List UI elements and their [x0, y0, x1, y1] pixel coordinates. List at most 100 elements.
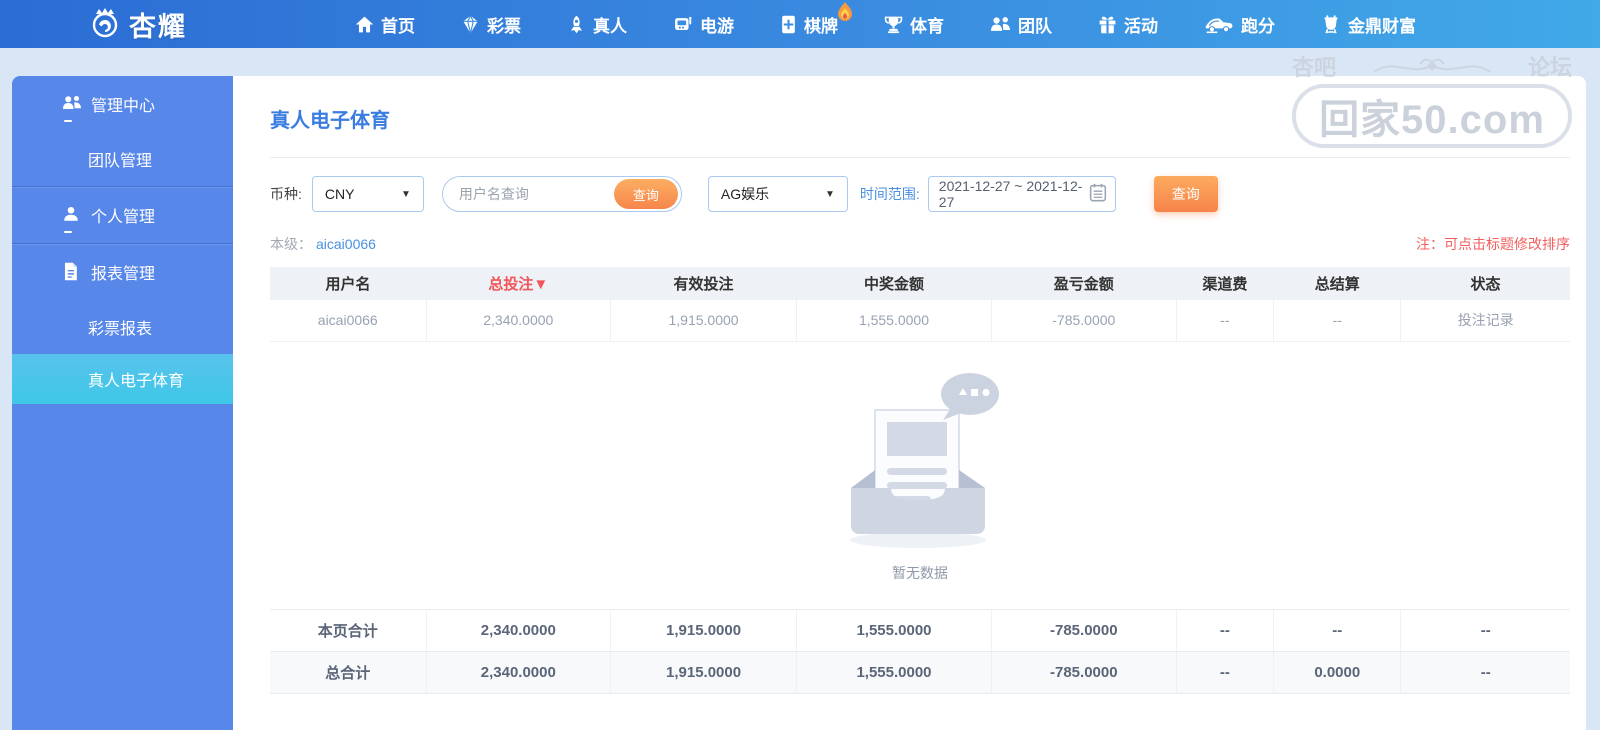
col-header-win-amount[interactable]: 中奖金额: [796, 267, 992, 300]
page-title: 真人电子体育: [270, 110, 390, 132]
col-header-valid-bet[interactable]: 有效投注: [610, 267, 797, 300]
main-menu: 首页 彩票 真人 电游 棋牌 体育 团队 活动 跑分 金鼎财富: [355, 1, 1416, 37]
report-icon: [62, 262, 82, 282]
inline-search-button[interactable]: 查询: [613, 179, 678, 209]
board-games-icon: [780, 15, 797, 34]
sidebar-item-lottery-report[interactable]: 彩票报表: [12, 300, 233, 354]
sidebar-item-personal-management[interactable]: 个人管理: [12, 187, 233, 243]
cell-valid-bet: 1,915.0000: [610, 300, 797, 342]
page-total-win-amount: 1,555.0000: [795, 608, 992, 652]
bet-record-link[interactable]: 投注记录: [1400, 300, 1570, 342]
currency-select-value: CNY: [324, 186, 355, 202]
nav-item-wealth[interactable]: 金鼎财富: [1321, 12, 1416, 37]
empty-state-row: 暂无数据: [270, 341, 1570, 609]
sidebar-item-label: 团队管理: [88, 153, 153, 170]
nav-label: 首页: [381, 16, 415, 36]
col-header-settlement[interactable]: 总结算: [1273, 267, 1401, 300]
sidebar-item-report-management[interactable]: 报表管理: [12, 244, 233, 300]
brand-logo[interactable]: 杏耀: [88, 5, 187, 44]
grand-total-profit-loss: -785.0000: [990, 650, 1177, 694]
nav-item-lottery[interactable]: 彩票: [461, 12, 521, 37]
chevron-down-icon: ▼: [400, 188, 411, 200]
page-total-label: 本页合计: [270, 608, 426, 652]
team-icon: [62, 94, 82, 122]
sidebar-item-label: 彩票报表: [88, 321, 153, 338]
calendar-icon: [1089, 183, 1107, 205]
main-panel: 真人电子体育 币种: CNY ▼ 查询 AG娱乐 ▼ 时间范围: 2021-12…: [233, 76, 1586, 730]
grand-total-label: 总合计: [270, 650, 426, 694]
cell-username: aicai0066: [270, 300, 426, 342]
page-total-total-bet: 2,340.0000: [425, 608, 611, 652]
grand-total-channel-fee: --: [1175, 650, 1274, 694]
date-range-label: 时间范围:: [859, 186, 920, 202]
flame-icon: [836, 1, 854, 22]
grand-total-win-amount: 1,555.0000: [795, 650, 992, 694]
nav-item-board-games[interactable]: 棋牌: [780, 1, 852, 37]
top-nav: 杏耀 首页 彩票 真人 电游 棋牌 体育 团队 活动 跑分 金鼎财富: [0, 0, 1600, 48]
nav-label: 团队: [1018, 16, 1052, 36]
cell-settlement: --: [1273, 300, 1401, 342]
level-row: 本级： aicai0066 注：可点击标题修改排序: [270, 234, 1570, 254]
collapse-indicator: [64, 231, 72, 233]
cell-channel-fee: --: [1175, 300, 1274, 342]
page-total-channel-fee: --: [1175, 608, 1274, 652]
sort-hint-note: 注：可点击标题修改排序: [1416, 236, 1570, 252]
currency-label: 币种:: [270, 186, 302, 202]
nav-item-live[interactable]: 真人: [567, 12, 627, 37]
empty-state-text: 暂无数据: [892, 564, 948, 581]
home-icon: [355, 15, 374, 34]
col-header-total-bet-sorted[interactable]: 总投注▼: [426, 267, 611, 300]
cell-profit-loss: -785.0000: [990, 300, 1177, 342]
col-header-profit-loss[interactable]: 盈亏金额: [991, 267, 1177, 300]
paofen-car-icon: [1204, 14, 1234, 34]
username-search-input[interactable]: [458, 186, 609, 202]
page-total-settlement: --: [1273, 608, 1401, 652]
nav-item-activity[interactable]: 活动: [1098, 12, 1158, 37]
title-divider: [270, 157, 1570, 158]
lottery-icon: [461, 15, 480, 34]
sidebar-item-label: 报表管理: [91, 266, 156, 283]
search-button[interactable]: 查询: [1153, 176, 1218, 212]
report-table: 用户名 总投注▼ 有效投注 中奖金额 盈亏金额 渠道费 总结算 状态 aicai…: [270, 267, 1570, 694]
nav-item-team[interactable]: 团队: [990, 12, 1052, 37]
empty-state: 暂无数据: [270, 368, 1570, 583]
sidebar-item-live-esports[interactable]: 真人电子体育: [12, 354, 233, 404]
user-icon: [62, 205, 82, 233]
date-range-input[interactable]: 2021-12-27 ~ 2021-12-27: [927, 176, 1116, 212]
sports-icon: [884, 15, 903, 34]
nav-label: 体育: [910, 16, 944, 36]
col-header-username[interactable]: 用户名: [270, 267, 426, 300]
nav-item-home[interactable]: 首页: [355, 12, 415, 37]
empty-inbox-illustration: [825, 368, 1015, 553]
page-total-valid-bet: 1,915.0000: [610, 608, 797, 652]
nav-item-sports[interactable]: 体育: [884, 12, 944, 37]
collapse-indicator: [64, 120, 72, 122]
nav-item-paofen[interactable]: 跑分: [1204, 12, 1275, 37]
sidebar-item-team-management[interactable]: 团队管理: [12, 132, 233, 186]
sidebar-item-admin-center[interactable]: 管理中心: [12, 76, 233, 132]
page-total-profit-loss: -785.0000: [990, 608, 1177, 652]
sidebar-item-label: 个人管理: [91, 209, 156, 226]
level-account-link[interactable]: aicai0066: [316, 236, 376, 252]
platform-select-value: AG娱乐: [720, 186, 770, 202]
grand-total-status: --: [1400, 650, 1570, 694]
col-header-channel-fee[interactable]: 渠道费: [1176, 267, 1274, 300]
sidebar-item-label: 真人电子体育: [88, 373, 185, 390]
nav-label: 跑分: [1241, 16, 1275, 36]
platform-select[interactable]: AG娱乐 ▼: [707, 176, 848, 212]
nav-label: 真人: [593, 16, 627, 36]
brand-name: 杏耀: [129, 11, 187, 42]
chevron-down-icon: ▼: [824, 188, 835, 200]
wealth-cauldron-icon: [1321, 14, 1341, 34]
grand-total-valid-bet: 1,915.0000: [610, 650, 797, 694]
table-row: aicai0066 2,340.0000 1,915.0000 1,555.00…: [270, 300, 1570, 342]
nav-label: 活动: [1124, 16, 1158, 36]
col-header-status[interactable]: 状态: [1400, 267, 1570, 300]
nav-item-egame[interactable]: 电游: [673, 12, 734, 37]
crown-shield-icon: [88, 5, 122, 44]
grand-total-settlement: 0.0000: [1273, 650, 1401, 694]
activity-icon: [1098, 15, 1117, 34]
filter-bar: 币种: CNY ▼ 查询 AG娱乐 ▼ 时间范围: 2021-12-27 ~ 2…: [270, 176, 1570, 212]
username-search-group: 查询: [441, 176, 682, 212]
currency-select[interactable]: CNY ▼: [311, 176, 424, 212]
